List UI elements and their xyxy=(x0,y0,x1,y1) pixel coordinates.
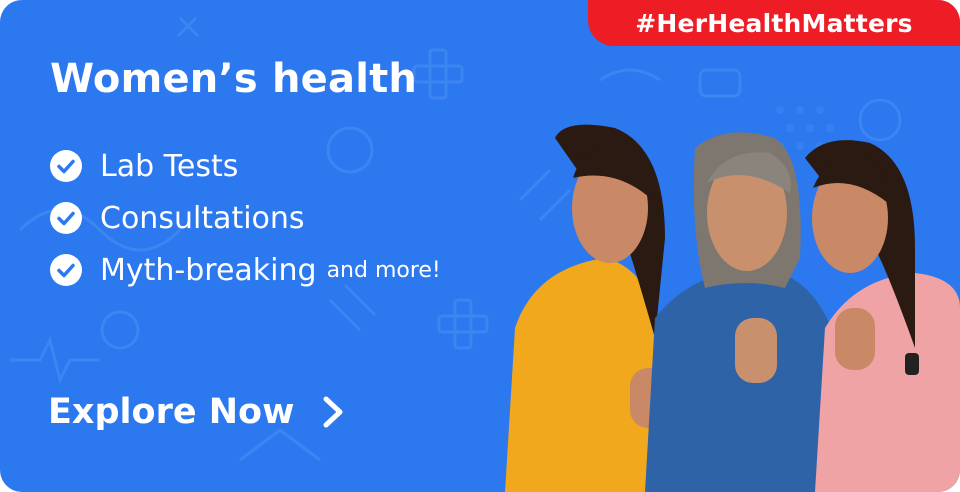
banner-title: Women’s health xyxy=(50,56,418,102)
hashtag-badge: #HerHealthMatters xyxy=(588,0,960,46)
women-photo xyxy=(505,124,960,492)
list-item: Myth-breaking and more! xyxy=(50,244,441,296)
explore-now-button[interactable]: Explore Now xyxy=(48,392,346,432)
chevron-right-icon xyxy=(323,396,343,428)
list-item-suffix: and more! xyxy=(326,257,441,283)
explore-now-label: Explore Now xyxy=(48,392,295,432)
list-item: Lab Tests xyxy=(50,140,441,192)
check-circle-icon xyxy=(50,202,82,234)
list-item: Consultations xyxy=(50,192,441,244)
list-item-label: Lab Tests xyxy=(100,148,239,184)
list-item-label: Consultations xyxy=(100,200,305,236)
health-banner[interactable]: #HerHealthMatters Women’s health Lab Tes… xyxy=(0,0,960,492)
list-item-label: Myth-breaking xyxy=(100,252,317,288)
feature-list: Lab Tests Consultations Myth-breaking an… xyxy=(50,140,441,296)
check-circle-icon xyxy=(50,254,82,286)
check-circle-icon xyxy=(50,150,82,182)
